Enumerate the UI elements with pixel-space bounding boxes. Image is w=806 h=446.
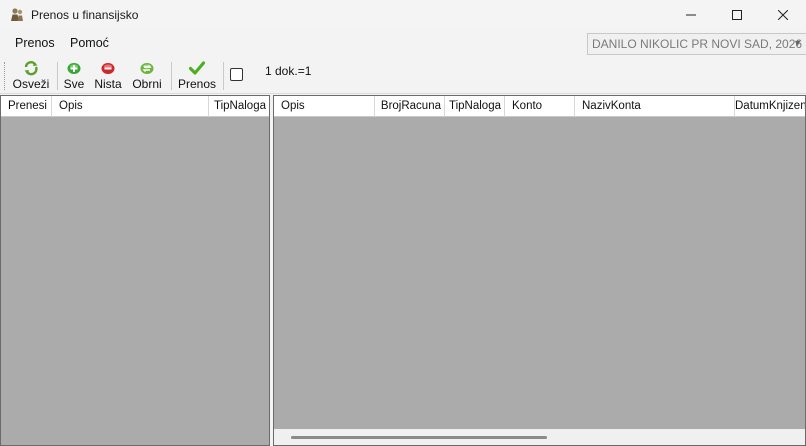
menu-prenos[interactable]: Prenos — [15, 36, 55, 50]
chevron-down-icon: ▼ — [793, 38, 802, 48]
company-select-value: DANILO NIKOLIC PR NOVI SAD, 2026 — [592, 37, 803, 51]
toolbar-separator — [57, 62, 58, 90]
transfer-label: Prenos — [177, 77, 217, 91]
column-header-brojracuna[interactable]: BrojRacuna — [375, 96, 445, 117]
document-count-status: 1 dok.=1 — [265, 64, 312, 78]
column-header-opis[interactable]: Opis — [274, 96, 375, 117]
toolbar-separator — [223, 62, 224, 90]
close-icon — [778, 10, 788, 20]
toolbar-grip[interactable] — [4, 62, 7, 90]
refresh-icon — [24, 61, 38, 76]
remove-icon — [101, 63, 115, 74]
column-header-nazivkonta[interactable]: NazivKonta — [575, 96, 735, 117]
company-select[interactable]: DANILO NIKOLIC PR NOVI SAD, 2026 ▼ — [587, 33, 806, 55]
close-button[interactable] — [760, 0, 806, 30]
column-header-konto[interactable]: Konto — [505, 96, 575, 117]
title-bar: Prenos u finansijsko — [0, 0, 806, 30]
select-all-label: Sve — [63, 77, 85, 91]
window-title: Prenos u finansijsko — [31, 8, 139, 22]
maximize-icon — [732, 10, 742, 20]
minimize-button[interactable] — [668, 0, 714, 30]
toolbar: Osveži Sve Nista Obrni Prenos 1 dok.=1 — [0, 58, 806, 94]
column-header-opis[interactable]: Opis — [52, 96, 209, 117]
right-data-grid[interactable]: Opis BrojRacuna TipNaloga Konto NazivKon… — [273, 95, 806, 446]
add-icon — [67, 63, 81, 74]
toolbar-separator — [171, 62, 172, 90]
column-header-tipnaloga[interactable]: TipNaloga — [209, 96, 269, 117]
menu-pomoc[interactable]: Pomoć — [70, 36, 109, 50]
select-none-label: Nista — [94, 77, 122, 91]
left-data-grid[interactable]: Prenesi Opis TipNaloga — [0, 95, 270, 446]
invert-selection-label: Obrni — [132, 77, 162, 91]
maximize-button[interactable] — [714, 0, 760, 30]
refresh-button[interactable]: Osveži — [12, 60, 50, 92]
minimize-icon — [686, 14, 696, 16]
select-none-button[interactable]: Nista — [92, 60, 124, 92]
horizontal-scrollbar[interactable] — [274, 429, 805, 445]
column-header-tipnaloga[interactable]: TipNaloga — [445, 96, 505, 117]
right-grid-header: Opis BrojRacuna TipNaloga Konto NazivKon… — [274, 96, 805, 117]
invert-icon — [140, 63, 154, 74]
people-icon — [11, 8, 23, 21]
column-header-datumknjizen[interactable]: DatumKnjizen — [735, 96, 805, 117]
refresh-label: Osveži — [12, 77, 50, 91]
column-header-prenesi[interactable]: Prenesi — [1, 96, 52, 117]
checkmark-icon — [189, 61, 205, 75]
select-all-button[interactable]: Sve — [63, 60, 85, 92]
toolbar-checkbox[interactable] — [230, 68, 243, 81]
invert-selection-button[interactable]: Obrni — [130, 60, 164, 92]
scrollbar-thumb[interactable] — [291, 436, 547, 439]
transfer-button[interactable]: Prenos — [177, 60, 217, 92]
left-grid-header: Prenesi Opis TipNaloga — [1, 96, 269, 117]
